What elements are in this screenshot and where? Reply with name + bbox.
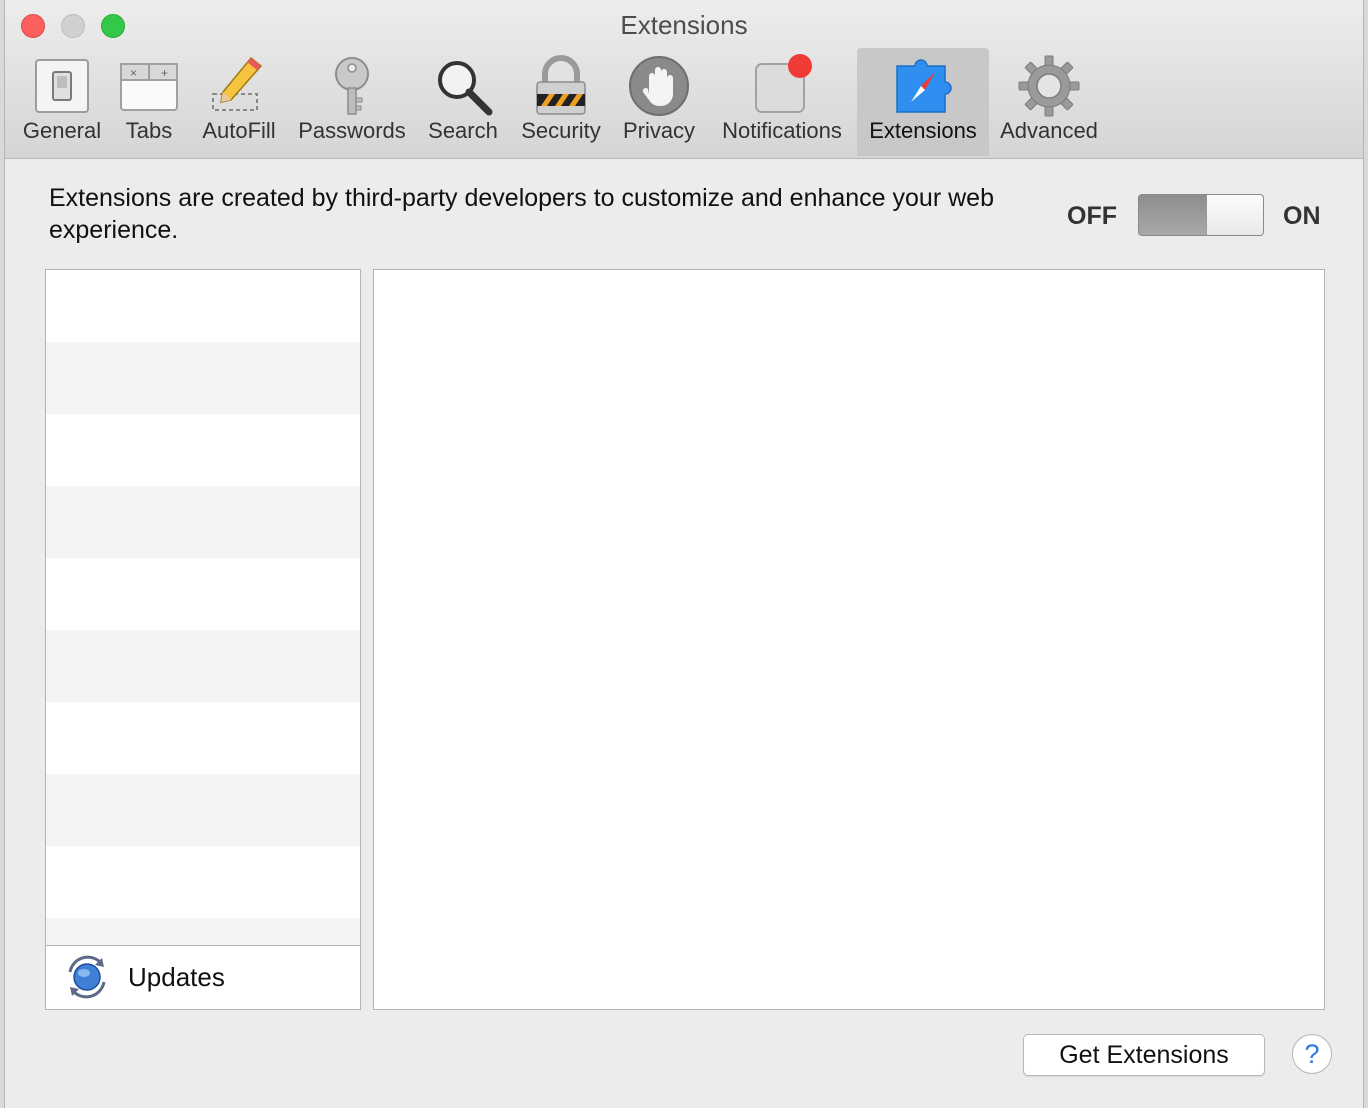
toolbar-label-extensions: Extensions xyxy=(869,118,977,143)
toolbar-label-notifications: Notifications xyxy=(722,118,842,143)
toolbar-label-autofill: AutoFill xyxy=(202,118,276,143)
toolbar-label-search: Search xyxy=(428,118,498,143)
toolbar-label-tabs: Tabs xyxy=(125,118,173,143)
toolbar-item-extensions[interactable]: Extensions xyxy=(857,48,989,156)
list-item xyxy=(46,630,360,702)
tabs-icon: × + xyxy=(120,63,178,111)
list-item xyxy=(46,846,360,918)
list-item xyxy=(46,702,360,774)
extensions-description: Extensions are created by third-party de… xyxy=(49,184,994,244)
toolbar-item-notifications[interactable]: Notifications xyxy=(711,48,853,156)
titlebar: Extensions General × + Tabs AutoFill Pas… xyxy=(5,0,1363,159)
list-item xyxy=(46,342,360,414)
list-item xyxy=(46,558,360,630)
toolbar-label-advanced: Advanced xyxy=(1000,118,1098,143)
window-title: Extensions xyxy=(620,10,748,40)
general-switch-icon xyxy=(35,59,89,113)
gear-icon xyxy=(1018,55,1080,117)
toolbar-item-autofill[interactable]: AutoFill xyxy=(195,48,283,156)
updates-item[interactable]: Updates xyxy=(46,945,360,1009)
list-item xyxy=(46,414,360,486)
hand-icon xyxy=(629,56,689,116)
toolbar-item-search[interactable]: Search xyxy=(421,48,505,156)
toggle-knob[interactable] xyxy=(1206,195,1263,235)
puzzle-compass-icon xyxy=(896,59,952,113)
magnifier-icon xyxy=(438,61,493,116)
pencil-icon xyxy=(212,56,263,111)
notification-badge-icon xyxy=(755,54,812,113)
toggle-off-label: OFF xyxy=(1067,202,1117,230)
toolbar-item-advanced[interactable]: Advanced xyxy=(993,48,1105,156)
list-item xyxy=(46,486,360,558)
toolbar-label-security: Security xyxy=(521,118,601,143)
toolbar-label-privacy: Privacy xyxy=(622,118,696,143)
toolbar-item-privacy[interactable]: Privacy xyxy=(617,48,701,156)
key-icon xyxy=(335,57,369,115)
extensions-enable-toggle[interactable] xyxy=(1138,194,1264,236)
svg-text:×: × xyxy=(130,66,137,80)
updates-label: Updates xyxy=(128,962,225,992)
updates-globe-icon xyxy=(68,955,106,999)
get-extensions-button[interactable]: Get Extensions xyxy=(1023,1034,1265,1076)
preferences-window: Extensions General × + Tabs AutoFill Pas… xyxy=(4,0,1364,1108)
toolbar-item-security[interactable]: Security xyxy=(513,48,609,156)
toggle-on-label: ON xyxy=(1283,202,1321,230)
extensions-list[interactable]: Updates xyxy=(45,269,361,1010)
list-item xyxy=(46,774,360,846)
svg-text:+: + xyxy=(161,66,168,80)
toolbar-item-passwords[interactable]: Passwords xyxy=(293,48,411,156)
extension-detail-pane xyxy=(373,269,1325,1010)
toolbar-label-general: General xyxy=(22,118,102,143)
toolbar-item-tabs[interactable]: × + Tabs xyxy=(113,48,185,156)
toolbar-item-general[interactable]: General xyxy=(17,48,107,156)
help-button[interactable]: ? xyxy=(1292,1034,1332,1074)
list-item xyxy=(46,270,360,342)
toolbar-label-passwords: Passwords xyxy=(298,118,406,143)
padlock-icon xyxy=(536,55,586,115)
